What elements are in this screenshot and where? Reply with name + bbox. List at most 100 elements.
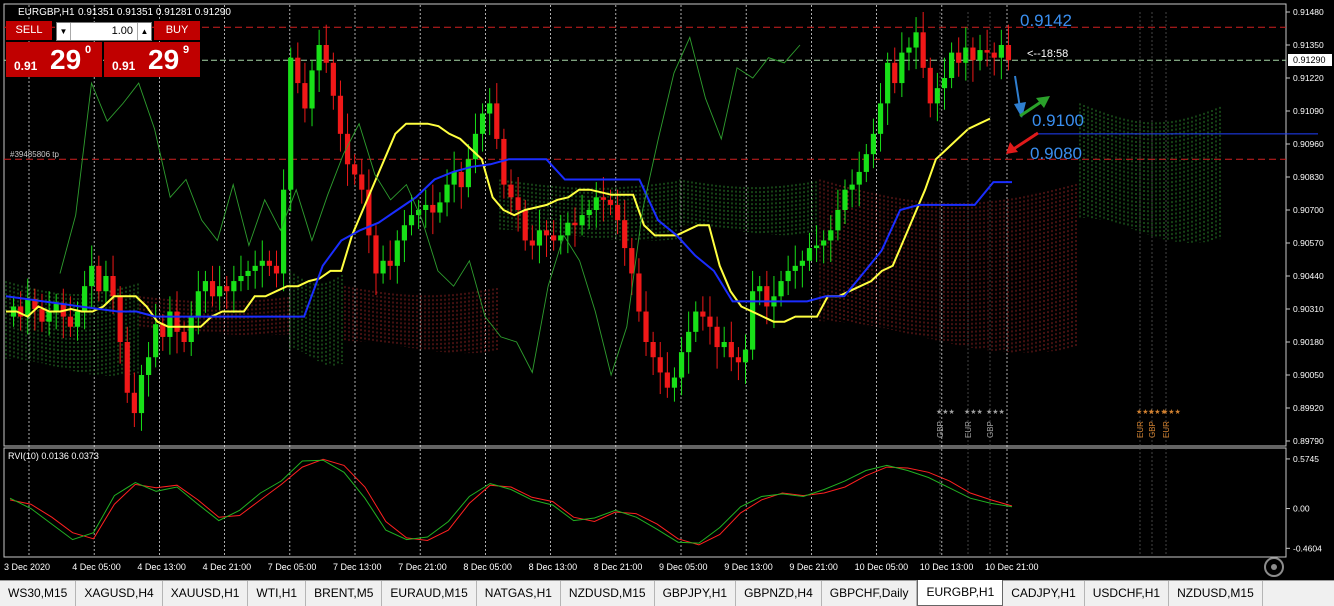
tab-xauusd-h1[interactable]: XAUUSD,H1 [163,581,249,606]
candle-body [380,260,386,274]
candle-body [423,204,429,210]
candle-body [302,83,308,109]
one-click-trading-panel: SELL ▼ 1.00 ▲ BUY 0.91 29 0 0.91 29 9 [6,21,200,77]
candle-body [735,357,742,363]
tab-cadjpy-h1[interactable]: CADJPY,H1 [1003,581,1085,606]
tab-gbpchf-daily[interactable]: GBPCHF,Daily [822,581,918,606]
candle-body [145,357,152,375]
price-tick-label: 0.90310 [1293,304,1324,314]
candle-body [195,291,201,317]
tab-nzdusd-m15[interactable]: NZDUSD,M15 [561,581,655,606]
candle-body [877,103,884,134]
candle-body [451,171,457,185]
candle-body [508,184,514,198]
candle-body [956,52,962,63]
tab-eurgbp-h1[interactable]: EURGBP,H1 [917,580,1004,606]
candle-body [323,45,329,63]
buy-price-box[interactable]: 0.91 29 9 [104,42,200,77]
candle-body [209,281,216,297]
candle-body [522,210,528,241]
price-tick-label: 0.90830 [1293,172,1324,182]
candle-body [387,260,393,266]
tab-usdchf-h1[interactable]: USDCHF,H1 [1085,581,1170,606]
candle-body [288,57,294,190]
bar-timer: <--18:58 [1027,48,1068,60]
candle-body [863,154,869,172]
rvi-label: RVI(10) 0.0136 0.0373 [8,451,99,461]
lot-size-value[interactable]: 1.00 [71,23,137,40]
tab-xagusd-h4[interactable]: XAGUSD,H4 [76,581,163,606]
candle-body [579,215,585,226]
candle-body [948,52,955,78]
price-tick-label: 0.90180 [1293,337,1324,347]
price-tick-label: 0.90960 [1293,139,1324,149]
price-tick-label: 0.89790 [1293,436,1324,446]
time-tick-label: 3 Dec 2020 [4,562,50,572]
time-tick-label: 10 Dec 21:00 [985,562,1039,572]
candle-body [352,164,358,175]
candle-body [266,260,272,266]
candle-body [821,240,827,246]
buy-button[interactable]: BUY [154,21,200,40]
event-currency: EUR [964,421,973,438]
candle-body [813,245,820,249]
candle-body [899,52,905,84]
buy-price-big: 29 [148,44,180,75]
rvi-tick-label: -0.4604 [1293,543,1322,553]
candle-body [224,286,230,292]
candle-body [643,311,649,342]
tab-euraud-m15[interactable]: EURAUD,M15 [382,581,477,606]
candle-body [728,342,734,358]
lot-increase-icon[interactable]: ▲ [137,23,151,40]
candle-body [1005,45,1012,61]
candle-body [394,240,400,266]
candle-body [337,95,344,134]
candle-body [870,133,877,155]
price-tick-label: 0.91090 [1293,106,1324,116]
candle-body [238,276,244,282]
sell-price-box[interactable]: 0.91 29 0 [6,42,102,77]
tab-gbpjpy-h1[interactable]: GBPJPY,H1 [655,581,737,606]
level-mid-label: 0.9100 [1032,111,1084,130]
tab-nzdusd-m15[interactable]: NZDUSD,M15 [1169,581,1263,606]
event-currency: EUR [1162,421,1171,438]
rvi-tick-label: 0.00 [1293,504,1310,514]
candle-body [671,377,678,388]
sell-price-sup: 0 [85,44,92,56]
candle-body [465,159,471,188]
candle-body [785,270,791,282]
candle-body [53,303,59,312]
level-low-label: 0.9080 [1030,144,1082,163]
sell-price-big: 29 [50,44,82,75]
lot-size-field[interactable]: ▼ 1.00 ▲ [56,22,152,41]
candle-body [309,70,315,109]
candle-body [984,50,990,53]
lot-decrease-icon[interactable]: ▼ [57,23,71,40]
candle-body [437,202,443,213]
tab-ws30-m15[interactable]: WS30,M15 [0,581,77,606]
candle-body [572,222,578,226]
candle-body [856,171,862,185]
sell-button[interactable]: SELL [6,21,52,40]
time-tick-label: 9 Dec 05:00 [659,562,708,572]
event-currency: EUR [1136,421,1145,438]
event-stars: ★★★ [1162,408,1181,416]
tab-gbpnzd-h4[interactable]: GBPNZD,H4 [736,581,822,606]
chart-svg[interactable]: 0.91480 0.91350 0.91220 0.91090 0.90960 0.908… [0,0,1334,580]
candle-body [977,50,983,61]
tab-natgas-h1[interactable]: NATGAS,H1 [477,581,561,606]
time-tick-label: 10 Dec 13:00 [920,562,974,572]
candle-body [586,210,592,216]
chart-stage[interactable]: 0.91480 0.91350 0.91220 0.91090 0.90960 0.908… [0,0,1334,606]
candle-body [259,260,265,266]
price-tick-label: 0.89920 [1293,403,1324,413]
level-top-label: 0.9142 [1020,11,1072,30]
candle-body [153,324,159,358]
time-tick-label: 9 Dec 13:00 [724,562,773,572]
tab-wti-h1[interactable]: WTI,H1 [248,581,307,606]
tab-brent-m5[interactable]: BRENT,M5 [306,581,383,606]
time-tick-label: 7 Dec 05:00 [268,562,317,572]
event-currency: GBP [986,421,995,438]
candle-body [543,230,550,236]
time-tick-label: 10 Dec 05:00 [855,562,909,572]
